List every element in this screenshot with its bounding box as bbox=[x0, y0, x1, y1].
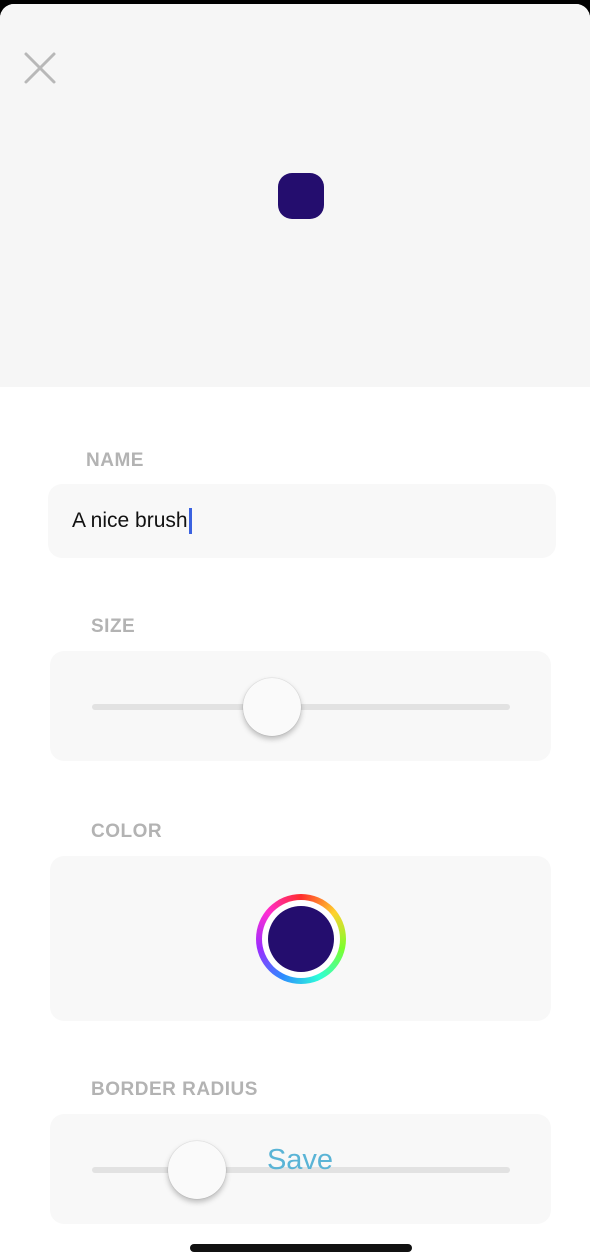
size-slider-card bbox=[50, 651, 551, 761]
text-caret bbox=[188, 508, 192, 534]
brush-editor-sheet: NAME A nice brush SIZE COLOR BORDER RADI… bbox=[0, 4, 590, 1252]
color-label: COLOR bbox=[91, 821, 163, 842]
brush-preview-area bbox=[0, 4, 590, 387]
color-swatch bbox=[268, 906, 334, 972]
size-label: SIZE bbox=[91, 616, 136, 637]
close-icon bbox=[24, 52, 56, 84]
save-button[interactable]: Save bbox=[240, 1140, 360, 1180]
size-slider-thumb[interactable] bbox=[242, 678, 301, 736]
name-input-value: A nice brush bbox=[72, 509, 188, 532]
color-picker-button[interactable] bbox=[256, 894, 346, 984]
name-label: NAME bbox=[86, 450, 144, 471]
close-button[interactable] bbox=[20, 48, 60, 88]
name-input[interactable]: A nice brush bbox=[48, 484, 556, 558]
border-radius-label: BORDER RADIUS bbox=[91, 1079, 258, 1100]
size-slider-track[interactable] bbox=[92, 704, 510, 710]
border-radius-slider-thumb[interactable] bbox=[167, 1141, 226, 1199]
home-indicator bbox=[190, 1244, 412, 1252]
brush-preview-shape bbox=[278, 173, 324, 219]
